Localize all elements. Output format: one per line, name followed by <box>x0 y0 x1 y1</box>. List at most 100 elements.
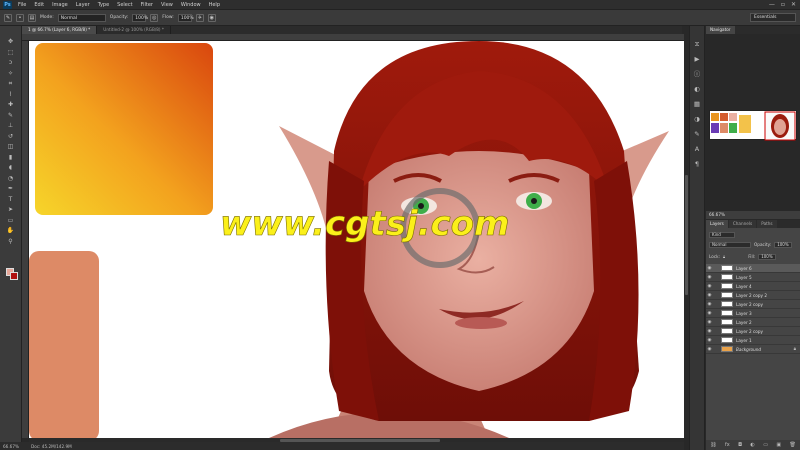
adjustment-layer-icon[interactable]: ◐ <box>750 442 754 448</box>
visibility-eye-icon[interactable]: ◉ <box>706 284 713 289</box>
fill-field[interactable]: 100% <box>758 253 776 260</box>
menu-view[interactable]: View <box>161 2 173 8</box>
background-color-swatch[interactable] <box>10 272 18 280</box>
brush-panel-icon[interactable]: ▤ <box>28 13 36 22</box>
eyedropper-tool-icon[interactable]: ⌇ <box>5 91 17 100</box>
info-icon[interactable]: ⓘ <box>693 70 702 79</box>
tab-untitled-2[interactable]: Untitled-2 @ 100% (RGB/8) * <box>97 26 171 34</box>
hand-tool-icon[interactable]: ✋ <box>5 227 17 236</box>
visibility-eye-icon[interactable]: ◉ <box>706 302 713 307</box>
menu-filter[interactable]: Filter <box>141 2 153 8</box>
menu-image[interactable]: Image <box>52 2 68 8</box>
opacity-field[interactable]: 100% <box>132 13 148 22</box>
brush-tool-icon[interactable]: ✎ <box>5 112 17 121</box>
blend-mode-select[interactable]: Normal <box>709 241 751 248</box>
visibility-eye-icon[interactable]: ◉ <box>706 338 713 343</box>
brush-tool-icon[interactable]: ✎ <box>4 13 12 22</box>
visibility-eye-icon[interactable]: ◉ <box>706 347 713 352</box>
move-tool-icon[interactable]: ✥ <box>5 38 17 47</box>
character-icon[interactable]: A <box>693 145 702 154</box>
paragraph-icon[interactable]: ¶ <box>693 160 702 169</box>
menu-window[interactable]: Window <box>181 2 201 8</box>
menu-select[interactable]: Select <box>117 2 132 8</box>
shape-tool-icon[interactable]: ▭ <box>5 217 17 226</box>
visibility-eye-icon[interactable]: ◉ <box>706 266 713 271</box>
healing-tool-icon[interactable]: ✚ <box>5 101 17 110</box>
layer-row[interactable]: ◉ Layer 2 copy <box>706 327 800 336</box>
lasso-tool-icon[interactable]: ↄ <box>5 59 17 68</box>
quick-select-tool-icon[interactable]: ✧ <box>5 70 17 79</box>
layer-row-background[interactable]: ◉ Background 🔒︎ <box>706 345 800 354</box>
status-bar: 66.67% Doc: 45.2M/142.9M <box>0 442 684 450</box>
layer-row[interactable]: ◉ Layer 2 copy <box>706 300 800 309</box>
maximize-button[interactable]: ▫ <box>781 1 785 8</box>
actions-icon[interactable]: ▶ <box>693 55 702 64</box>
history-brush-tool-icon[interactable]: ↺ <box>5 133 17 142</box>
add-mask-icon[interactable]: ◘ <box>738 442 742 448</box>
new-layer-icon[interactable]: ▣ <box>776 442 781 448</box>
airbrush-icon[interactable]: ✈ <box>195 13 204 22</box>
menu-file[interactable]: File <box>18 2 26 8</box>
history-icon[interactable]: ⧖ <box>693 40 702 49</box>
layer-row[interactable]: ◉ Layer 2 <box>706 318 800 327</box>
vertical-ruler[interactable] <box>22 41 29 438</box>
layer-thumbnail <box>721 337 733 343</box>
vertical-scroll-thumb[interactable] <box>685 175 688 295</box>
brush-preset-icon[interactable]: • <box>16 13 24 22</box>
visibility-eye-icon[interactable]: ◉ <box>706 293 713 298</box>
close-button[interactable]: ✕ <box>791 1 796 8</box>
tab-paths[interactable]: Paths <box>757 220 777 228</box>
layer-row[interactable]: ◉ Layer 6 <box>706 264 800 273</box>
visibility-eye-icon[interactable]: ◉ <box>706 311 713 316</box>
zoom-tool-icon[interactable]: ⚲ <box>5 238 17 247</box>
crop-tool-icon[interactable]: ⌗ <box>5 80 17 89</box>
flow-field[interactable]: 100% <box>177 13 194 22</box>
gradient-tool-icon[interactable]: ▮ <box>5 154 17 163</box>
visibility-eye-icon[interactable]: ◉ <box>706 275 713 280</box>
visibility-eye-icon[interactable]: ◉ <box>706 320 713 325</box>
tab-layers[interactable]: Layers <box>706 220 728 228</box>
visibility-eye-icon[interactable]: ◉ <box>706 329 713 334</box>
marquee-tool-icon[interactable]: ⬚ <box>5 49 17 58</box>
navigator-thumbnail[interactable] <box>709 110 797 141</box>
blur-tool-icon[interactable]: ◖ <box>5 164 17 173</box>
layer-row[interactable]: ◉ Layer 2 copy 2 <box>706 291 800 300</box>
new-group-icon[interactable]: ▭ <box>763 442 768 448</box>
layer-name: Layer 2 copy <box>736 301 764 307</box>
layer-row[interactable]: ◉ Layer 1 <box>706 336 800 345</box>
adjustments-icon[interactable]: ◑ <box>693 115 702 124</box>
layer-style-icon[interactable]: fx <box>725 442 730 448</box>
layer-opacity-field[interactable]: 100% <box>774 241 792 248</box>
delete-layer-icon[interactable]: 🗑︎ <box>789 442 795 448</box>
eraser-tool-icon[interactable]: ◫ <box>5 143 17 152</box>
tab-channels[interactable]: Channels <box>728 220 757 228</box>
layer-row[interactable]: ◉ Layer 4 <box>706 282 800 291</box>
pressure-size-icon[interactable]: ◉ <box>207 13 216 22</box>
brush-presets-icon[interactable]: ✎ <box>693 130 702 139</box>
horizontal-ruler[interactable] <box>22 34 684 41</box>
menu-edit[interactable]: Edit <box>34 2 44 8</box>
pen-tool-icon[interactable]: ✒ <box>5 185 17 194</box>
minimize-button[interactable]: — <box>769 1 775 8</box>
status-zoom[interactable]: 66.67% <box>3 444 19 449</box>
lock-icon[interactable]: 🔒︎ <box>723 254 725 259</box>
menu-help[interactable]: Help <box>209 2 220 8</box>
tab-navigator[interactable]: Navigator <box>706 26 735 34</box>
tab-document-1[interactable]: 1 @ 66.7% (Layer 6, RGB/8) * <box>22 26 98 34</box>
kind-filter[interactable]: Kind <box>709 231 735 238</box>
link-layers-icon[interactable]: ⛓ <box>710 442 716 448</box>
navigator-zoom[interactable]: 66.67% <box>706 211 800 219</box>
menu-type[interactable]: Type <box>98 2 109 8</box>
menu-layer[interactable]: Layer <box>76 2 90 8</box>
dodge-tool-icon[interactable]: ◔ <box>5 175 17 184</box>
color-icon[interactable]: ◐ <box>693 85 702 94</box>
pressure-opacity-icon[interactable]: ◎ <box>150 13 159 22</box>
clone-stamp-tool-icon[interactable]: ⊥ <box>5 122 17 131</box>
type-tool-icon[interactable]: T <box>5 196 17 205</box>
mode-select[interactable]: Normal <box>57 13 106 22</box>
swatches-icon[interactable]: ▦ <box>693 100 702 109</box>
layer-row[interactable]: ◉ Layer 5 <box>706 273 800 282</box>
path-select-tool-icon[interactable]: ➤ <box>5 206 17 215</box>
layer-row[interactable]: ◉ Layer 3 <box>706 309 800 318</box>
workspace-select[interactable]: Essentials <box>750 13 796 22</box>
